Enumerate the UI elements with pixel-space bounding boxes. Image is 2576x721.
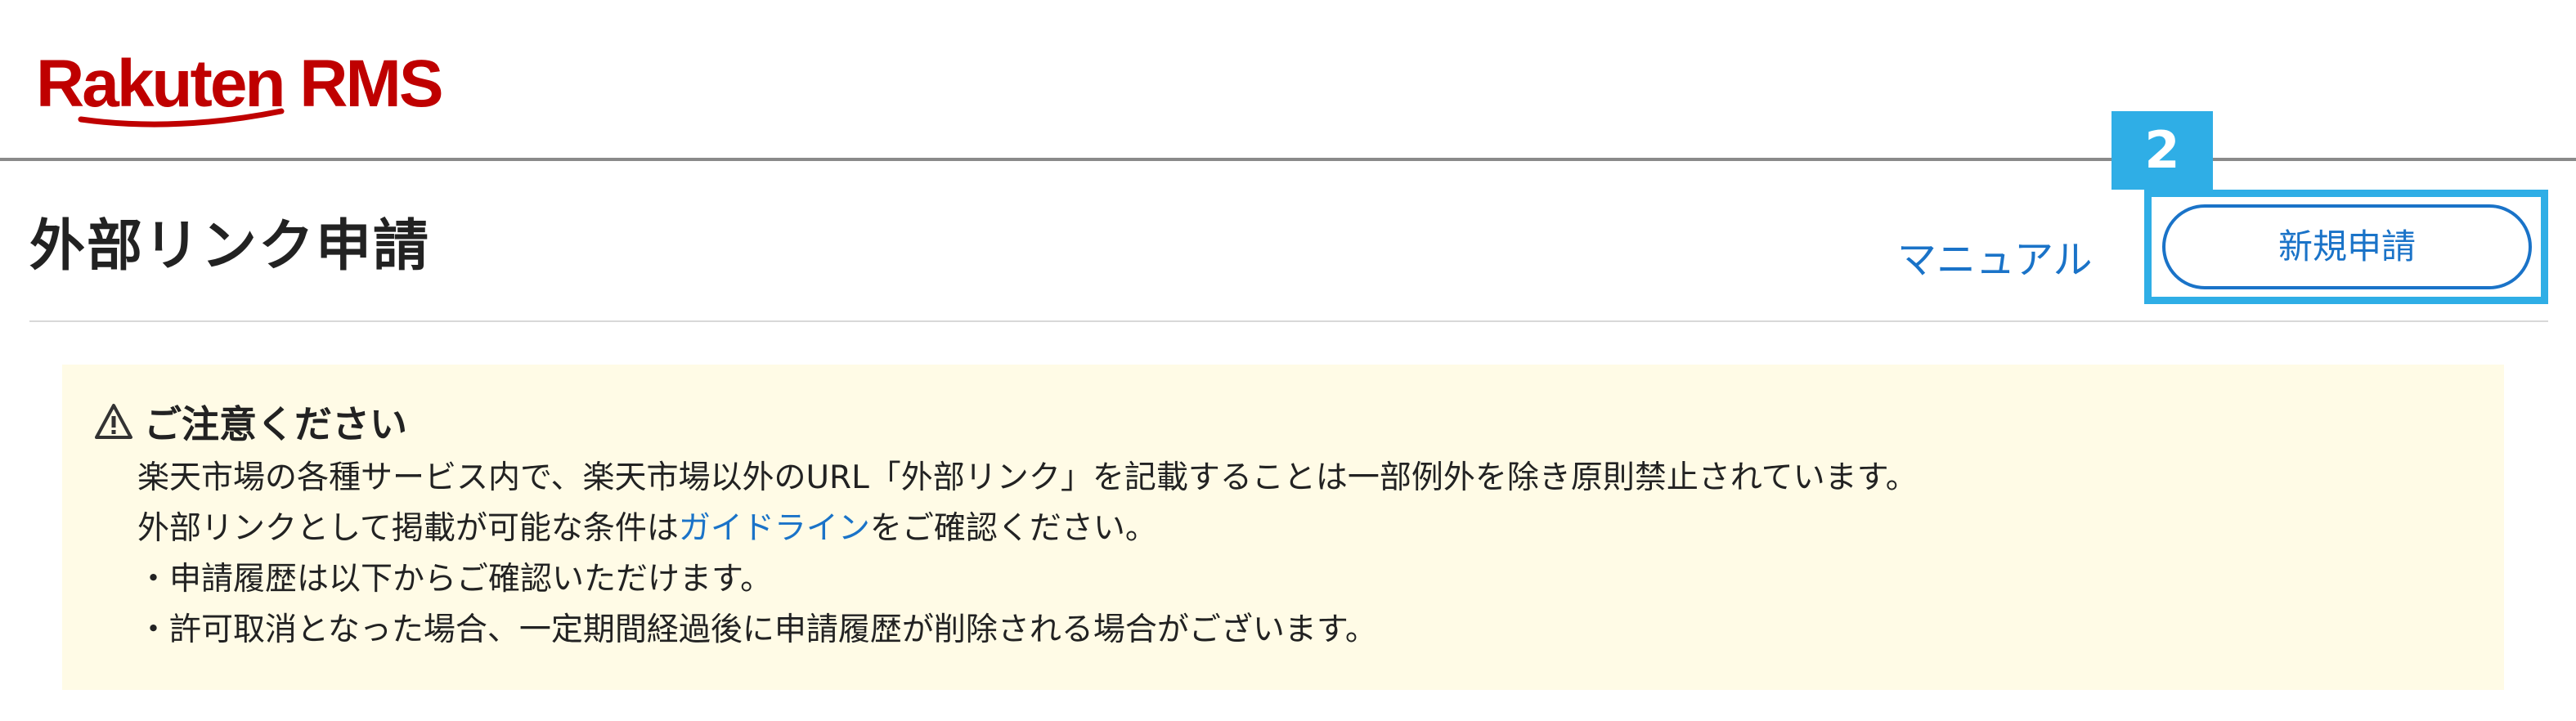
step-number-badge: 2 (2112, 111, 2213, 190)
svg-text:Rakuten RMS: Rakuten RMS (36, 47, 442, 121)
manual-link[interactable]: マニュアル (1897, 235, 2093, 284)
rakuten-rms-logo[interactable]: Rakuten RMS (36, 41, 494, 131)
notice-line-3: ・申請履歴は以下からご確認いただけます。 (137, 561, 773, 598)
warning-triangle-icon (95, 404, 132, 439)
notice-title: ご注意ください (144, 402, 407, 446)
title-divider (29, 320, 2548, 322)
notice-line-1: 楽天市場の各種サービス内で、楽天市場以外のURL「外部リンク」を記載することは一… (137, 459, 1918, 496)
notice-line-2-after: をご確認ください。 (869, 510, 1157, 547)
notice-line-4: ・許可取消となった場合、一定期間経過後に申請履歴が削除される場合がございます。 (137, 611, 1377, 648)
notice-line-2: 外部リンクとして掲載が可能な条件はガイドラインをご確認ください。 (137, 504, 1918, 554)
new-application-button[interactable]: 新規申請 (2162, 204, 2532, 289)
page-title: 外部リンク申請 (29, 214, 431, 279)
notice-line-2-before: 外部リンクとして掲載が可能な条件は (137, 510, 679, 547)
notice-header: ご注意ください (93, 397, 407, 446)
notice-body: 楽天市場の各種サービス内で、楽天市場以外のURL「外部リンク」を記載することは一… (137, 453, 1918, 656)
guideline-link[interactable]: ガイドライン (679, 510, 870, 547)
page: Rakuten RMS 外部リンク申請 マニュアル 2 新規申請 ご注意ください… (0, 0, 2576, 721)
notice-box: ご注意ください 楽天市場の各種サービス内で、楽天市場以外のURL「外部リンク」を… (62, 365, 2504, 690)
